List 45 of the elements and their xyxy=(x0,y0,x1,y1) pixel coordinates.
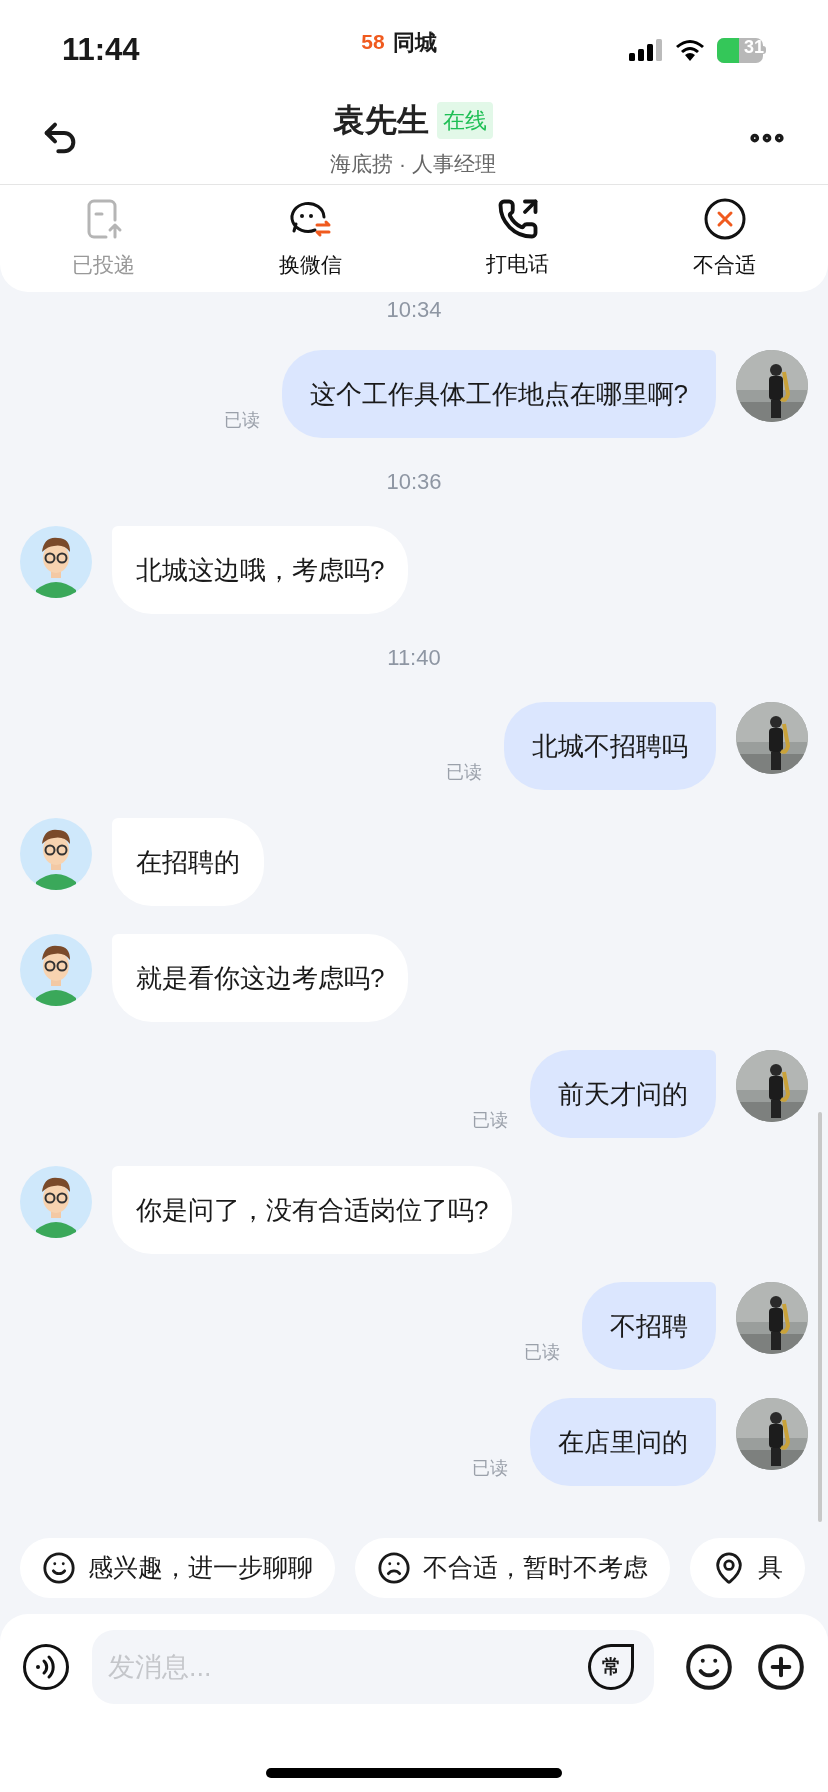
action-button[interactable]: 换微信 xyxy=(207,185,414,292)
action-button[interactable]: 打电话 xyxy=(414,185,621,292)
received-message: 就是看你这边考虑吗? xyxy=(112,934,409,1022)
battery-level: 31 xyxy=(744,37,765,57)
avatar-icon xyxy=(20,1166,92,1238)
smile-icon xyxy=(42,1551,76,1585)
common-phrases-button[interactable]: 常 xyxy=(588,1644,634,1690)
contact-name: 袁先生 xyxy=(333,101,429,141)
read-receipt: 已读 xyxy=(472,1457,508,1480)
app-logo: 58 xyxy=(361,29,385,56)
online-badge: 在线 xyxy=(437,101,493,139)
battery-icon xyxy=(717,37,766,63)
action-button[interactable]: 不合适 xyxy=(621,185,828,292)
quick-reply-chip[interactable]: 不合适，暂时不考虑 xyxy=(355,1538,670,1598)
received-message: 你是问了，没有合适岗位了吗? xyxy=(112,1166,513,1254)
message-timestamp: 10:36 xyxy=(386,470,442,494)
sent-message: 北城不招聘吗 xyxy=(504,702,716,790)
signal-icon xyxy=(629,39,663,61)
wifi-icon xyxy=(675,39,705,61)
sent-message: 前天才问的 xyxy=(530,1050,716,1138)
avatar-icon xyxy=(20,934,92,1006)
received-message: 在招聘的 xyxy=(112,818,264,906)
phone-icon xyxy=(496,197,539,240)
sent-message: 这个工作具体工作地点在哪里啊? xyxy=(281,350,716,438)
quick-reply-chip[interactable]: 具 xyxy=(690,1538,805,1598)
read-receipt: 已读 xyxy=(524,1341,560,1364)
voice-icon[interactable] xyxy=(22,1643,70,1691)
app-name: 同城 xyxy=(392,28,437,57)
close-circle-icon xyxy=(702,196,747,241)
read-receipt: 已读 xyxy=(446,761,482,784)
received-message: 北城这边哦，考虑吗? xyxy=(112,526,409,614)
emoji-icon[interactable] xyxy=(684,1642,734,1692)
message-timestamp: 11:40 xyxy=(387,646,441,670)
avatar-icon xyxy=(20,526,92,598)
clock-time: 11:44 xyxy=(62,30,141,69)
frown-icon xyxy=(377,1551,411,1585)
read-receipt: 已读 xyxy=(223,409,260,432)
message-timestamp: 10:34 xyxy=(386,298,442,322)
add-icon[interactable] xyxy=(756,1642,806,1692)
read-receipt: 已读 xyxy=(472,1109,508,1132)
avatar-icon xyxy=(20,818,92,890)
sent-message: 不招聘 xyxy=(582,1282,716,1370)
quick-reply-chip[interactable]: 感兴趣，进一步聊聊 xyxy=(20,1538,335,1598)
contact-subtitle: 海底捞 · 人事经理 xyxy=(330,151,496,178)
sent-message: 在店里问的 xyxy=(530,1398,716,1486)
